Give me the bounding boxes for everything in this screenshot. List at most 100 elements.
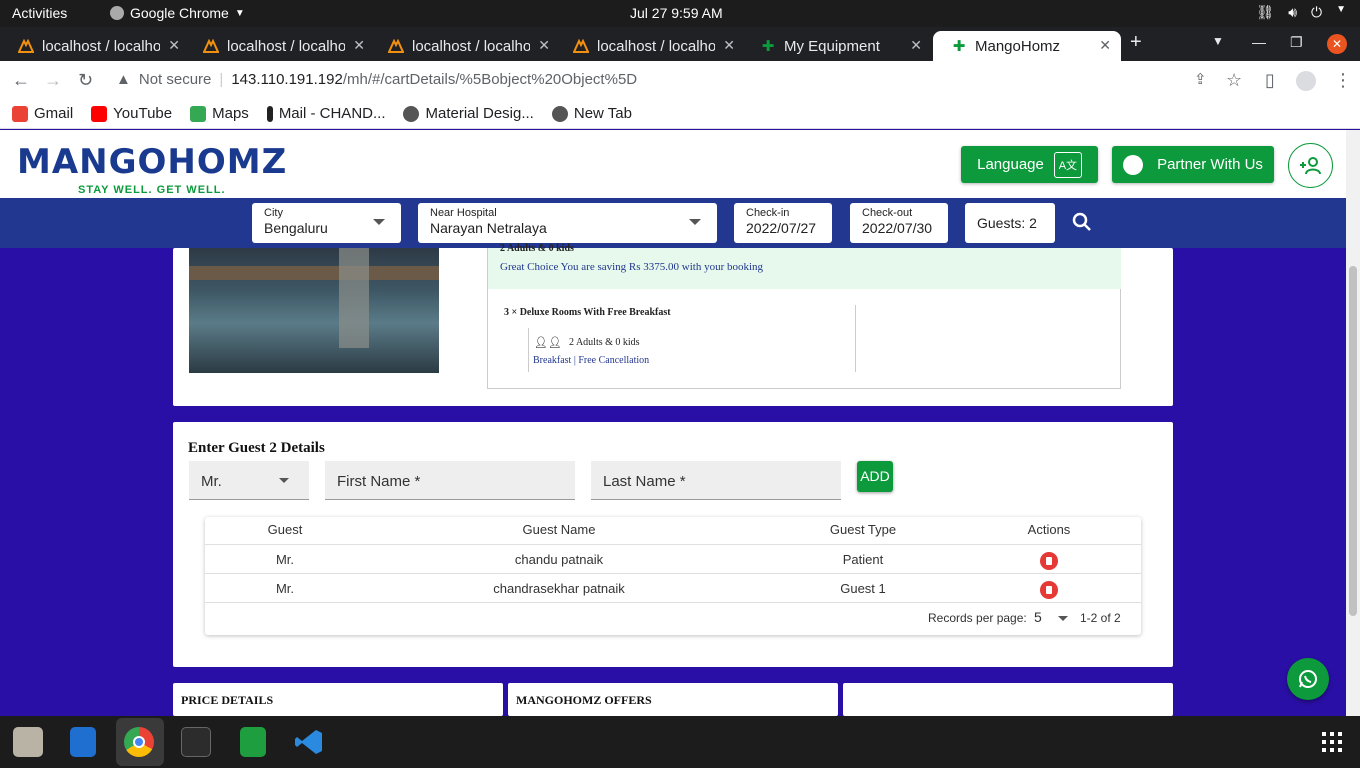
mail-icon — [266, 105, 273, 122]
add-guest-button[interactable]: ADD — [857, 461, 893, 492]
salutation-select[interactable]: Mr. — [189, 461, 309, 500]
globe-icon — [551, 105, 568, 122]
terminal-icon[interactable] — [181, 727, 211, 757]
mangohomz-logo[interactable]: MANGOHOMZ STAY WELL. GET WELL. — [17, 142, 288, 196]
bookmark-star-icon[interactable]: ☆ — [1226, 70, 1242, 91]
room-features: Breakfast | Free Cancellation — [533, 355, 650, 366]
volume-icon: 🔊︎ — [1288, 4, 1298, 20]
browser-tab-active[interactable]: ✚ MangoHomz ✕ — [933, 31, 1121, 61]
guest-table: Guest Guest Name Guest Type Actions Mr. … — [205, 517, 1141, 635]
records-per-page-label: Records per page: — [928, 611, 1027, 625]
files-icon[interactable] — [13, 727, 43, 757]
chrome-icon — [110, 6, 124, 20]
last-name-input[interactable]: Last Name * — [591, 461, 841, 500]
close-icon[interactable]: ✕ — [910, 37, 922, 54]
close-window-icon[interactable]: ✕ — [1327, 34, 1347, 54]
page-scrollbar[interactable] — [1346, 130, 1360, 716]
bookmark-material-design[interactable]: Material Desig... — [403, 105, 534, 122]
calc-icon[interactable] — [240, 727, 266, 757]
column-header[interactable]: Actions — [1009, 517, 1089, 546]
delete-icon[interactable] — [1040, 551, 1058, 570]
close-icon[interactable]: ✕ — [353, 37, 365, 54]
records-per-page-select[interactable]: 5 — [1034, 609, 1068, 625]
browser-tab[interactable]: ✚ My Equipment ✕ — [742, 31, 932, 61]
phpmyadmin-icon — [388, 38, 404, 54]
browser-tab[interactable]: localhost / localhost ✕ — [185, 31, 375, 61]
hospital-select[interactable]: Near Hospital Narayan Netralaya — [418, 203, 717, 243]
checkin-date-field[interactable]: Check-in 2022/07/27 — [734, 203, 832, 243]
address-bar[interactable]: ▲ Not secure | 143.110.191.192/mh/#/cart… — [116, 71, 637, 88]
offers-panel: MANGOHOMZ OFFERS — [508, 683, 838, 716]
clock[interactable]: Jul 27 9:59 AM — [630, 5, 723, 21]
delete-icon[interactable] — [1040, 580, 1058, 599]
room-details-box: 2 Adults & 0 kids Great Choice You are s… — [487, 243, 1121, 389]
forward-icon[interactable]: → — [44, 70, 62, 91]
bookmark-gmail[interactable]: Gmail — [12, 105, 73, 122]
app-menu[interactable]: Google Chrome ▼ — [110, 5, 245, 21]
partner-with-us-button[interactable]: Partner With Us — [1112, 146, 1274, 183]
actions-cell — [1009, 574, 1089, 603]
whatsapp-icon[interactable] — [1287, 658, 1329, 700]
close-icon[interactable]: ✕ — [538, 37, 550, 54]
chrome-icon[interactable] — [124, 727, 154, 757]
hotel-image — [189, 248, 439, 373]
logo-wordmark: MANGOHOMZ — [17, 142, 288, 182]
dropdown-arrow-icon — [689, 219, 701, 225]
guests-field[interactable]: Guests: 2 — [965, 203, 1055, 243]
room-occupancy: 2 Adults & 0 kids — [569, 337, 640, 348]
activities-button[interactable]: Activities — [12, 5, 67, 21]
chevron-down-icon: ▼ — [234, 7, 245, 19]
table-row: Mr. chandrasekhar patnaik Guest 1 — [205, 574, 1141, 603]
checkout-date-field[interactable]: Check-out 2022/07/30 — [850, 203, 948, 243]
close-icon[interactable]: ✕ — [1099, 37, 1111, 54]
column-header[interactable]: Guest Name — [459, 517, 659, 546]
search-bar: City Bengaluru Near Hospital Narayan Net… — [0, 198, 1346, 248]
bookmark-new-tab[interactable]: New Tab — [551, 105, 632, 122]
dropdown-arrow-icon — [373, 219, 385, 225]
bookmark-youtube[interactable]: YouTube — [91, 105, 172, 122]
vscode-icon[interactable] — [294, 727, 324, 757]
partner-icon — [1123, 154, 1144, 175]
column-header[interactable]: Guest — [245, 517, 325, 546]
bookmark-mail[interactable]: Mail - CHAND... — [266, 105, 385, 122]
close-icon[interactable]: ✕ — [723, 37, 735, 54]
first-name-input[interactable]: First Name * — [325, 461, 575, 500]
url-path: /mh/#/cartDetails/%5Bobject%20Object%5D — [342, 71, 638, 88]
power-icon: ⏻ — [1311, 4, 1323, 20]
minimize-icon[interactable]: — — [1252, 34, 1266, 50]
globe-icon — [403, 105, 420, 122]
profile-avatar[interactable] — [1296, 71, 1316, 91]
system-tray[interactable]: ⛓ 🔊︎ ⏻ ▼ — [1256, 4, 1346, 21]
logo-tagline: STAY WELL. GET WELL. — [78, 184, 226, 196]
kebab-menu-icon[interactable]: ⋮ — [1334, 70, 1352, 91]
table-header-row: Guest Guest Name Guest Type Actions — [205, 517, 1141, 545]
show-apps-icon[interactable] — [1322, 732, 1342, 752]
search-icon[interactable] — [1072, 212, 1092, 237]
close-icon[interactable]: ✕ — [168, 37, 180, 54]
url-host: 143.110.191.192 — [231, 71, 343, 88]
add-user-icon[interactable] — [1288, 143, 1333, 188]
browser-tab[interactable]: localhost / localhost ✕ — [370, 31, 560, 61]
phpmyadmin-icon — [203, 38, 219, 54]
tab-search-icon[interactable]: ▼ — [1212, 34, 1224, 48]
maximize-icon[interactable]: ❐ — [1290, 34, 1303, 51]
city-select[interactable]: City Bengaluru — [252, 203, 401, 243]
writer-icon[interactable] — [70, 727, 96, 757]
bookmark-maps[interactable]: Maps — [190, 105, 249, 122]
browser-tab[interactable]: localhost / localhost ✕ — [0, 31, 190, 61]
share-icon[interactable]: ⇪ — [1194, 70, 1207, 88]
back-icon[interactable]: ← — [12, 70, 30, 91]
language-button[interactable]: Language A文 — [961, 146, 1098, 183]
column-header[interactable]: Guest Type — [813, 517, 913, 546]
scrollbar-thumb[interactable] — [1349, 266, 1357, 616]
side-panel-icon[interactable]: ▯ — [1265, 70, 1275, 91]
security-label: Not secure — [138, 71, 212, 88]
dropdown-arrow-icon — [1057, 615, 1068, 621]
reload-icon[interactable]: ↻ — [78, 70, 93, 91]
browser-tab[interactable]: localhost / localhost ✕ — [555, 31, 745, 61]
occupancy-summary: 2 Adults & 0 kids — [500, 243, 574, 254]
gmail-icon — [12, 105, 28, 122]
pagination-range: 1-2 of 2 — [1080, 611, 1121, 625]
summary-panel — [843, 683, 1173, 716]
new-tab-button[interactable]: + — [1130, 31, 1142, 54]
